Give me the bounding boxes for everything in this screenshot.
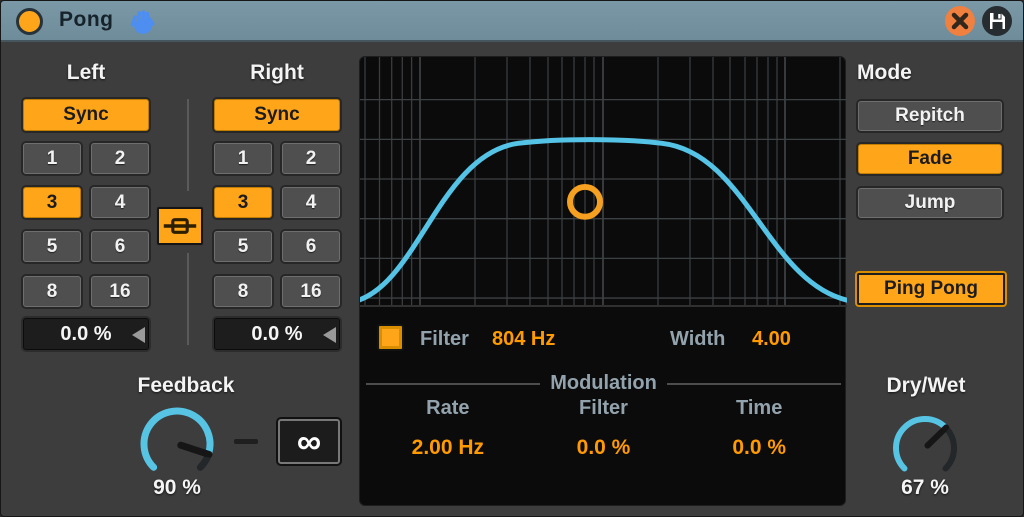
filter-frequency-value[interactable]: 804 Hz <box>492 328 555 351</box>
filter-curve-display[interactable] <box>360 57 847 307</box>
modulation-title: Modulation <box>550 372 657 394</box>
right-beat-1[interactable]: 1 <box>214 143 272 174</box>
stereo-link-icon <box>163 218 197 234</box>
hot-swap-hand-icon <box>130 10 155 34</box>
infinity-icon: ∞ <box>296 422 322 461</box>
channel-divider <box>187 99 189 191</box>
channel-divider <box>187 253 189 345</box>
mode-fade-button[interactable]: Fade <box>858 144 1002 174</box>
pong-delay-device: Pong Left Sync 1 2 3 4 5 6 8 16 0.0 % Ri… <box>0 0 1024 517</box>
device-title: Pong <box>59 8 114 31</box>
mod-rate-value[interactable]: 2.00 Hz <box>370 436 526 460</box>
feedback-label: Feedback <box>137 374 235 397</box>
left-beat-5[interactable]: 5 <box>23 231 81 262</box>
right-channel-label: Right <box>250 61 304 84</box>
mod-rate-column: Rate 2.00 Hz <box>370 397 526 460</box>
connector-dash <box>234 439 258 444</box>
frequency-grid <box>360 57 847 305</box>
right-beat-4[interactable]: 4 <box>282 187 340 218</box>
left-channel-label: Left <box>66 61 106 84</box>
modulation-params: Rate 2.00 Hz Filter 0.0 % Time 0.0 % <box>370 397 837 460</box>
mod-filter-value[interactable]: 0.0 % <box>526 436 682 460</box>
mod-rate-label: Rate <box>426 397 470 419</box>
save-preset-icon[interactable] <box>982 6 1012 36</box>
ping-pong-toggle[interactable]: Ping Pong <box>857 273 1005 305</box>
device-title-bar: Pong <box>1 1 1023 42</box>
left-offset-value: 0.0 % <box>60 322 112 345</box>
mod-time-column: Time 0.0 % <box>681 397 837 460</box>
right-beat-6[interactable]: 6 <box>282 231 340 262</box>
left-beat-4[interactable]: 4 <box>91 187 149 218</box>
filter-row: Filter 804 Hz Width 4.00 <box>360 317 847 361</box>
filter-label: Filter <box>420 327 469 350</box>
mod-filter-column: Filter 0.0 % <box>526 397 682 460</box>
stereo-link-button[interactable] <box>157 207 203 245</box>
freeze-button[interactable]: ∞ <box>278 419 340 464</box>
drag-triangle-icon <box>323 327 336 343</box>
mod-time-label: Time <box>736 397 783 419</box>
separator-line <box>666 382 842 385</box>
modulation-header: Modulation <box>366 372 842 395</box>
mod-filter-label: Filter <box>579 397 628 419</box>
mode-jump-button[interactable]: Jump <box>858 188 1002 218</box>
right-beat-16[interactable]: 16 <box>282 276 340 307</box>
mode-label: Mode <box>857 61 912 84</box>
left-beat-16[interactable]: 16 <box>91 276 149 307</box>
right-beat-2[interactable]: 2 <box>282 143 340 174</box>
left-offset-slider[interactable]: 0.0 % <box>23 318 149 350</box>
feedback-knob[interactable] <box>134 401 220 487</box>
right-beat-5[interactable]: 5 <box>214 231 272 262</box>
left-beat-8[interactable]: 8 <box>23 276 81 307</box>
filter-display-panel: Filter 804 Hz Width 4.00 Modulation Rate… <box>359 56 847 506</box>
width-label: Width <box>670 327 726 350</box>
right-beat-8[interactable]: 8 <box>214 276 272 307</box>
filter-on-checkbox[interactable] <box>377 324 404 351</box>
right-sync-button[interactable]: Sync <box>214 99 340 131</box>
device-activator-toggle[interactable] <box>16 8 43 35</box>
left-beat-1[interactable]: 1 <box>23 143 81 174</box>
left-beat-3[interactable]: 3 <box>23 187 81 218</box>
close-icon[interactable] <box>945 6 975 36</box>
right-offset-value: 0.0 % <box>251 322 303 345</box>
drag-triangle-icon <box>132 327 145 343</box>
left-beat-6[interactable]: 6 <box>91 231 149 262</box>
dry-wet-value: 67 % <box>901 476 949 499</box>
filter-width-value[interactable]: 4.00 <box>752 328 791 351</box>
left-sync-button[interactable]: Sync <box>23 99 149 131</box>
dry-wet-label: Dry/Wet <box>886 374 966 397</box>
feedback-value: 90 % <box>153 476 201 499</box>
left-beat-2[interactable]: 2 <box>91 143 149 174</box>
right-beat-3[interactable]: 3 <box>214 187 272 218</box>
dry-wet-knob[interactable] <box>887 410 963 486</box>
separator-line <box>366 382 541 385</box>
mod-time-value[interactable]: 0.0 % <box>681 436 837 460</box>
mode-repitch-button[interactable]: Repitch <box>858 101 1002 131</box>
right-offset-slider[interactable]: 0.0 % <box>214 318 340 350</box>
